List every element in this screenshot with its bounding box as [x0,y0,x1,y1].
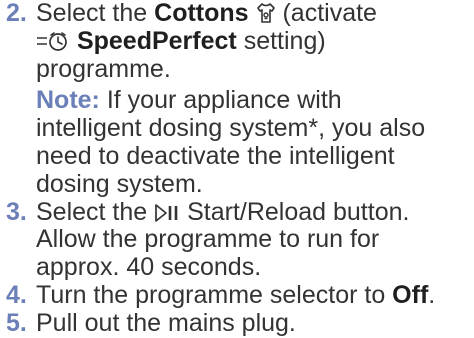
step-4: 4. Turn the programme selector to Off. [0,280,474,310]
step-3: 3. Select the Start/Reload button. Allow… [0,197,474,282]
step-number: 5. [6,308,27,337]
off-label: Off [392,280,429,309]
step-line: approx. 40 seconds. [36,253,262,282]
step-5: 5. Pull out the mains plug. [0,308,474,338]
start-pause-icon [154,203,180,223]
note-label: Note: [36,86,100,115]
speedperfect-label: SpeedPerfect [76,26,237,55]
cottons-label: Cottons [154,0,249,27]
step-line: Allow the programme to run for [36,225,380,254]
step-line: SpeedPerfect setting) [36,26,474,56]
step-line: Select the Start/Reload button. [36,197,410,226]
note: Note: If your appliance with intelligent… [36,86,426,198]
step-number: 2. [6,0,27,27]
step-number: 4. [6,280,27,309]
step-line: Pull out the mains plug. [36,308,296,337]
step-2: 2. Select the Cottons (activate SpeedPer… [0,0,474,199]
clock-stopwatch-icon [36,30,70,52]
step-line: Select the Cottons (activate [36,0,377,27]
step-line: Turn the programme selector to Off. [36,280,436,309]
shirt-icon [256,2,276,24]
step-number: 3. [6,197,27,226]
step-line: programme. [36,54,171,83]
instruction-steps: 2. Select the Cottons (activate SpeedPer… [0,0,474,338]
